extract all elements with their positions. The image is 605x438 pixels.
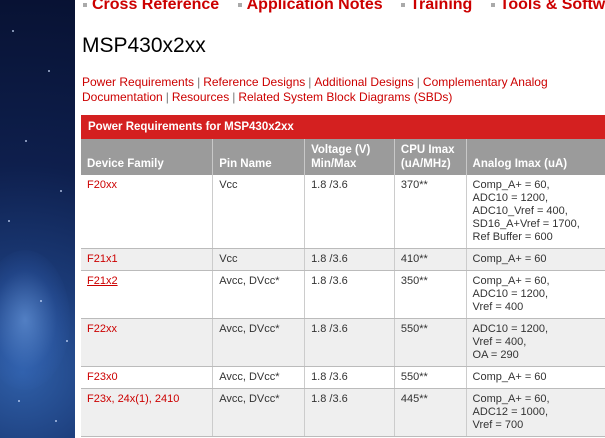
main-content: Cross Reference Application Notes Traini… [75,0,605,438]
device-family-cell[interactable]: F21x1 [81,248,214,271]
nav-cross-reference[interactable]: Cross Reference [83,0,219,14]
table-body: F20xx Vcc 1.8 /3.6 370** Comp_A+ = 60, ADC10 … [81,175,605,437]
device-family-cell[interactable]: F23x0 [81,366,214,389]
analog-imax-line: Comp_A+ = 60 [472,253,547,265]
analog-imax-line: ADC12 = 1000, [472,406,549,418]
nav-training[interactable]: Training [401,0,472,14]
nebula-glow [0,250,70,390]
nav-tools-software[interactable]: Tools & Software [490,0,605,14]
analog-imax-cell: ADC10 = 1200, Vref = 400, OA = 290 [466,318,605,367]
header-device-family: Device Family [81,139,214,175]
analog-imax-line: ADC10 = 1200, [472,323,549,335]
analog-imax-line: SD16_A+Vref = 1700, [472,218,580,230]
power-requirements-table: Power Requirements for MSP430x2xx Device… [81,115,605,437]
nav-label: Tools & Software [499,0,605,13]
link-additional-designs[interactable]: Additional Designs [314,75,413,89]
voltage-cell: 1.8 /3.6 [304,248,395,271]
analog-imax-line: Comp_A+ = 60, [472,179,550,191]
link-resources[interactable]: Resources [172,90,229,104]
cpu-imax-cell: 410** [394,248,467,271]
analog-imax-cell: Comp_A+ = 60, ADC10 = 1200, Vref = 400 [466,270,605,319]
header-pin-name: Pin Name [212,139,306,175]
voltage-cell: 1.8 /3.6 [304,270,395,319]
device-family-cell[interactable]: F22xx [81,318,214,367]
device-family-cell[interactable]: F23x, 24x(1), 2410 [81,388,214,437]
page-title: MSP430x2xx [82,34,206,57]
cpu-imax-cell: 370** [394,175,467,249]
pin-name-cell: Avcc, DVcc* [212,318,306,367]
space-background [0,0,75,438]
section-links: Power Requirements | Reference Designs | Add… [82,75,548,104]
nav-label: Cross Reference [92,0,220,13]
analog-imax-line: ADC10 = 1200, [472,192,549,204]
table-row: F21x1 Vcc 1.8 /3.6 410** Comp_A+ = 60 [81,248,605,271]
table-header-row: Device Family Pin Name Voltage (V) Min/M… [81,139,605,175]
link-reference-designs[interactable]: Reference Designs [203,75,305,89]
analog-imax-line: Comp_A+ = 60 [472,371,547,383]
link-related-sbds[interactable]: Related System Block Diagrams (SBDs) [238,90,452,104]
voltage-cell: 1.8 /3.6 [304,366,395,389]
device-family-cell[interactable]: F20xx [81,175,214,249]
pin-name-cell: Avcc, DVcc* [212,366,306,389]
cpu-imax-cell: 445** [394,388,467,437]
nav-application-notes[interactable]: Application Notes [237,0,383,14]
cpu-imax-cell: 550** [394,318,467,367]
cpu-imax-cell: 550** [394,366,467,389]
analog-imax-line: Comp_A+ = 60, [472,275,550,287]
analog-imax-line: Comp_A+ = 60, [472,393,550,405]
nav-label: Application Notes [246,0,383,13]
analog-imax-cell: Comp_A+ = 60 [466,248,605,271]
voltage-cell: 1.8 /3.6 [304,175,395,249]
table-row: F21x2 Avcc, DVcc* 1.8 /3.6 350** Comp_A+ = 6… [81,270,605,319]
analog-imax-line: Vref = 400, [472,336,527,348]
bullet-icon [401,2,406,7]
cpu-imax-cell: 350** [394,270,467,319]
analog-imax-line: Ref Buffer = 600 [472,231,553,243]
bullet-icon [83,2,87,7]
header-analog-imax: Analog Imax (uA) [466,139,605,175]
header-voltage: Voltage (V) Min/Max [304,139,395,175]
table-caption-row: Power Requirements for MSP430x2xx [81,115,605,139]
table-caption: Power Requirements for MSP430x2xx [81,115,605,139]
pin-name-cell: Vcc [212,248,306,271]
voltage-cell: 1.8 /3.6 [304,318,395,367]
analog-imax-cell: Comp_A+ = 60, ADC12 = 1000, Vref = 700 [466,388,605,437]
link-power-requirements[interactable]: Power Requirements [82,75,194,89]
analog-imax-line: Vref = 400 [472,301,524,313]
top-navigation: Cross Reference Application Notes Traini… [83,0,605,16]
nav-label: Training [410,0,473,13]
analog-imax-line: OA = 290 [472,349,519,361]
analog-imax-line: Vref = 700 [472,419,524,431]
voltage-cell: 1.8 /3.6 [304,388,395,437]
table-row: F23x, 24x(1), 2410 Avcc, DVcc* 1.8 /3.6 445… [81,388,605,437]
pin-name-cell: Avcc, DVcc* [212,388,306,437]
header-cpu-imax: CPU Imax (uA/MHz) [394,139,467,175]
analog-imax-cell: Comp_A+ = 60 [466,366,605,389]
pin-name-cell: Vcc [212,175,306,249]
bullet-icon [237,2,242,7]
analog-imax-line: ADC10_Vref = 400, [472,205,568,217]
analog-imax-line: ADC10 = 1200, [472,288,549,300]
pin-name-cell: Avcc, DVcc* [212,270,306,319]
analog-imax-cell: Comp_A+ = 60, ADC10 = 1200, ADC10_Vref = 4… [466,175,605,249]
table-row: F20xx Vcc 1.8 /3.6 370** Comp_A+ = 60, ADC10 … [81,175,605,249]
device-family-cell[interactable]: F21x2 [81,270,214,319]
table-row: F23x0 Avcc, DVcc* 1.8 /3.6 550** Comp_A+ = 6… [81,366,605,389]
bullet-icon [490,2,495,7]
table-row: F22xx Avcc, DVcc* 1.8 /3.6 550** ADC10 = 120… [81,318,605,367]
